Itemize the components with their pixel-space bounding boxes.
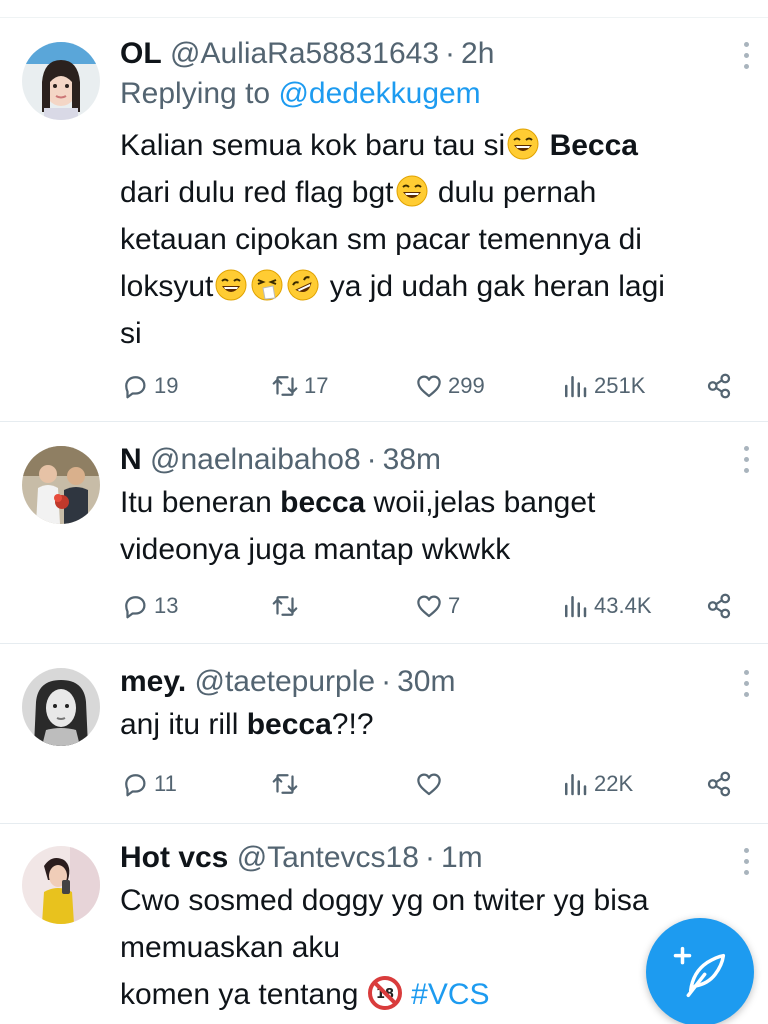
separator: · (424, 841, 435, 874)
replying-to: Replying to @dedekkugem (120, 74, 728, 114)
compose-tweet-button[interactable] (646, 918, 754, 1024)
retweet-button[interactable]: 17 (270, 366, 328, 406)
views-button[interactable]: 22K (560, 764, 633, 804)
laughing-emoji (395, 174, 429, 208)
hashtag-link[interactable]: #VCS (411, 978, 489, 1011)
tweet-actions: 19 17 299 251K (120, 366, 748, 406)
reply-count: 19 (154, 373, 179, 398)
retweet-count: 17 (304, 373, 329, 398)
reply-icon (125, 596, 146, 619)
display-name[interactable]: N (120, 443, 142, 476)
user-handle[interactable]: @taetepurple (195, 665, 376, 698)
share-icon (707, 771, 731, 797)
share-icon (707, 373, 731, 399)
share-button[interactable] (704, 586, 734, 626)
like-count: 299 (448, 373, 485, 398)
like-count: 7 (448, 593, 461, 618)
heart-icon (417, 375, 441, 398)
tweet-header: N @naelnaibaho8 · 38m (120, 440, 728, 480)
laughing-emoji (506, 127, 540, 161)
timestamp[interactable]: 30m (397, 665, 455, 698)
tweet-1[interactable]: OL @AuliaRa58831643 · 2h Replying to @dede… (0, 18, 768, 422)
more-icon (743, 42, 749, 47)
more-icon (743, 848, 749, 853)
user-handle[interactable]: @naelnaibaho8 (150, 443, 361, 476)
like-button[interactable]: 7 (414, 586, 460, 626)
retweet-button[interactable] (270, 764, 304, 804)
more-options-button[interactable] (740, 848, 752, 878)
more-options-button[interactable] (740, 670, 752, 700)
reply-count: 13 (154, 593, 179, 618)
reply-count: 11 (154, 771, 177, 796)
tweet-text: Cwo sosmed doggy yg on twiter yg bisa me… (120, 884, 649, 1011)
top-divider (0, 0, 768, 18)
views-icon (565, 376, 587, 398)
share-button[interactable] (704, 764, 734, 804)
laughing-emoji (214, 268, 248, 302)
view-count: 251K (594, 373, 646, 398)
view-count: 22K (594, 771, 634, 796)
timestamp[interactable]: 38m (383, 443, 441, 476)
share-button[interactable] (704, 366, 734, 406)
display-name[interactable]: OL (120, 37, 162, 70)
sneezing-emoji (250, 268, 284, 302)
heart-icon (417, 595, 441, 618)
heart-icon (417, 773, 441, 796)
display-name[interactable]: mey. (120, 665, 186, 698)
views-button[interactable]: 43.4K (560, 586, 652, 626)
user-handle[interactable]: @Tantevcs18 (237, 841, 419, 874)
like-button[interactable]: 299 (414, 366, 485, 406)
more-icon (743, 670, 749, 675)
tweet-2[interactable]: N @naelnaibaho8 · 38m Itu beneran becca wo… (0, 422, 768, 644)
tweet-3[interactable]: mey. @taetepurple · 30m anj itu rill becca… (0, 644, 768, 824)
tweet-header: mey. @taetepurple · 30m (120, 662, 728, 702)
separator: · (445, 37, 456, 70)
views-button[interactable]: 251K (560, 366, 645, 406)
tweet-actions: 13 7 43.4K (120, 586, 748, 626)
user-handle[interactable]: @AuliaRa58831643 (170, 37, 439, 70)
tweet-header: OL @AuliaRa58831643 · 2h (120, 34, 728, 74)
share-icon (707, 593, 731, 619)
avatar[interactable] (22, 446, 100, 524)
separator: · (381, 665, 392, 698)
replying-label: Replying to (120, 77, 271, 110)
tweet-text: anj itu rill becca?!? (120, 708, 374, 741)
no-under-18-emoji: 18 (367, 976, 402, 1010)
timestamp[interactable]: 1m (441, 841, 483, 874)
reply-button[interactable]: 11 (120, 764, 177, 804)
tweet-actions: 11 22K (120, 764, 748, 804)
retweet-icon (272, 596, 298, 616)
like-button[interactable] (414, 764, 448, 804)
avatar[interactable] (22, 668, 100, 746)
view-count: 43.4K (594, 593, 652, 618)
reply-icon (125, 376, 146, 399)
more-options-button[interactable] (740, 446, 752, 476)
rofl-emoji (286, 268, 320, 302)
reply-icon (125, 774, 146, 797)
avatar[interactable] (22, 42, 100, 120)
timestamp[interactable]: 2h (461, 37, 494, 70)
reply-button[interactable]: 13 (120, 586, 178, 626)
tweet-text: Itu beneran becca woii,jelas banget vide… (120, 486, 596, 566)
reply-button[interactable]: 19 (120, 366, 178, 406)
views-icon (565, 774, 587, 796)
retweet-icon (272, 376, 298, 396)
compose-icon (673, 946, 726, 998)
retweet-icon (272, 774, 298, 794)
more-icon (743, 446, 749, 451)
separator: · (366, 443, 377, 476)
tweet-header: Hot vcs @Tantevcs18 · 1m (120, 838, 728, 878)
more-options-button[interactable] (740, 42, 752, 72)
avatar[interactable] (22, 846, 100, 924)
display-name[interactable]: Hot vcs (120, 841, 228, 874)
views-icon (565, 596, 587, 618)
tweet-text: Kalian semua kok baru tau si Becca dari … (120, 127, 665, 350)
retweet-button[interactable] (270, 586, 304, 626)
mention-link[interactable]: @dedekkugem (278, 77, 480, 110)
